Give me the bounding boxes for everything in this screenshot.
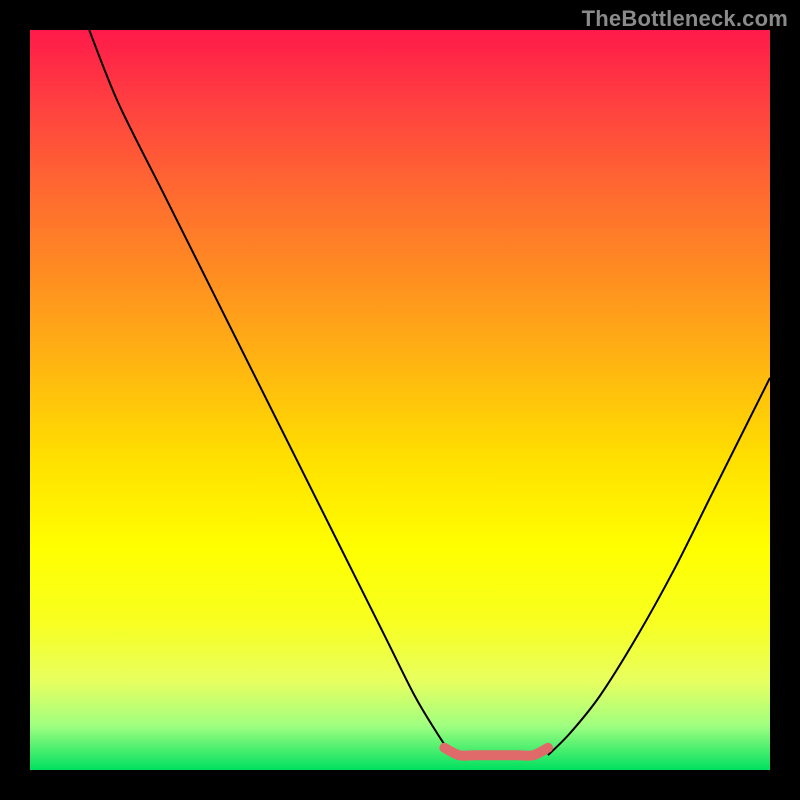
left-curve bbox=[89, 30, 452, 755]
plot-area bbox=[30, 30, 770, 770]
watermark-text: TheBottleneck.com bbox=[582, 6, 788, 32]
right-curve bbox=[548, 378, 770, 755]
flat-bottom-curve bbox=[444, 748, 548, 756]
chart-container: TheBottleneck.com bbox=[0, 0, 800, 800]
line-layer bbox=[30, 30, 770, 770]
